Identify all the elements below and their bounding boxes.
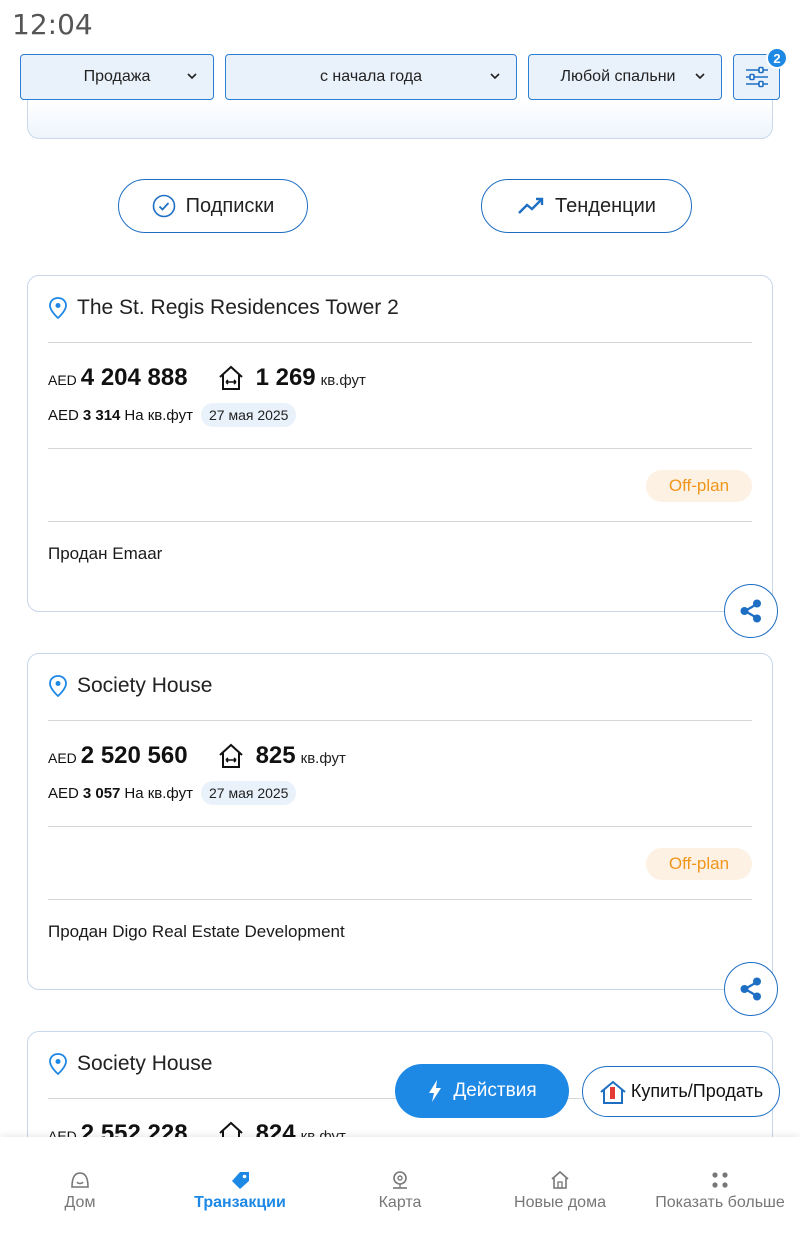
nav-label-more: Показать больше xyxy=(655,1194,785,1211)
price-currency: AED xyxy=(48,372,77,388)
price-currency: AED xyxy=(48,750,77,766)
nav-label-map: Карта xyxy=(378,1194,422,1211)
ppsf-label: На кв.фут xyxy=(124,406,193,424)
buy-sell-fab[interactable]: Купить/Продать xyxy=(582,1066,780,1117)
house-area-icon xyxy=(218,743,243,768)
ppsf-value: 3 057 xyxy=(82,784,121,802)
location-pin-icon xyxy=(49,297,67,320)
ppsf-currency: AED xyxy=(48,406,79,424)
bedrooms-select[interactable]: Любой спальни xyxy=(528,54,722,100)
location-pin-icon xyxy=(49,1053,67,1076)
transaction-card[interactable]: Society House AED 2 520 560 825 кв.фут A… xyxy=(27,653,778,1016)
period-label: с начала года xyxy=(319,68,422,85)
ppsf-value: 3 314 xyxy=(82,406,121,424)
divider xyxy=(48,826,752,827)
price-per-sqft-row: AED 3 057 На кв.фут 27 мая 2025 xyxy=(48,781,297,805)
nav-label-transactions: Транзакции xyxy=(194,1194,286,1211)
transaction-card[interactable]: The St. Regis Residences Tower 2 AED 4 2… xyxy=(27,275,778,638)
price-row: AED 4 204 888 1 269 кв.фут xyxy=(48,364,366,392)
nav-item-more[interactable]: Показать больше xyxy=(640,1170,800,1212)
area-unit: кв.фут xyxy=(320,372,366,389)
date-chip: 27 мая 2025 xyxy=(200,403,297,427)
active-filters-badge: 2 xyxy=(766,47,788,69)
filter-bar: Продажа с начала года Любой спальни 2 xyxy=(20,47,788,100)
nav-label-new-homes: Новые дома xyxy=(514,1194,606,1211)
share-button[interactable] xyxy=(724,584,778,638)
seller-text: Продан Digo Real Estate Development xyxy=(48,922,345,941)
status-badge: Off-plan xyxy=(646,470,752,502)
bedrooms-label: Любой спальни xyxy=(560,68,676,85)
buy-sell-label: Купить/Продать xyxy=(630,1081,764,1101)
project-name: Society House xyxy=(77,674,213,697)
price-per-sqft-row: AED 3 314 На кв.фут 27 мая 2025 xyxy=(48,403,297,427)
lightning-icon xyxy=(429,1080,442,1102)
house-area-icon xyxy=(218,365,243,390)
subscriptions-label: Подписки xyxy=(185,194,275,217)
actions-label: Действия xyxy=(453,1080,537,1101)
trends-label: Тенденции xyxy=(555,194,656,217)
location-pin-icon xyxy=(49,675,67,698)
share-button[interactable] xyxy=(724,962,778,1016)
deal-type-label: Продажа xyxy=(83,68,151,85)
seller-text: Продан Emaar xyxy=(48,544,163,563)
nav-item-transactions[interactable]: Транзакции xyxy=(160,1170,320,1212)
map-pin-icon xyxy=(393,1171,407,1189)
filters-button[interactable]: 2 xyxy=(733,47,788,100)
divider xyxy=(48,720,752,721)
date-chip: 27 мая 2025 xyxy=(200,781,297,805)
previous-card-bottom xyxy=(27,100,773,139)
share-icon xyxy=(740,977,761,1001)
share-icon xyxy=(740,599,761,623)
price-value: 4 204 888 xyxy=(80,364,188,391)
nav-label-home: Дом xyxy=(64,1194,96,1211)
price-value: 2 520 560 xyxy=(80,742,188,769)
deal-type-select[interactable]: Продажа xyxy=(20,54,214,100)
area-block: 825 кв.фут xyxy=(218,742,346,770)
dots-grid-icon xyxy=(712,1172,728,1188)
subscriptions-button[interactable]: Подписки xyxy=(118,179,308,233)
tag-icon xyxy=(232,1172,249,1189)
project-title: Society House xyxy=(48,1052,212,1076)
area-unit: кв.фут xyxy=(300,750,346,767)
chevron-down-icon xyxy=(695,73,705,80)
project-title: The St. Regis Residences Tower 2 xyxy=(48,296,399,320)
bottom-navigation: Дом Транзакции Карта Новые дома Показать… xyxy=(0,1137,800,1237)
house-icon xyxy=(551,1170,569,1189)
area-value: 825 xyxy=(255,742,296,769)
status-badge: Off-plan xyxy=(646,848,752,880)
divider xyxy=(48,521,752,522)
sliders-icon xyxy=(745,66,768,88)
ppsf-label: На кв.фут xyxy=(124,784,193,802)
divider xyxy=(48,448,752,449)
nav-item-new-homes[interactable]: Новые дома xyxy=(480,1170,640,1212)
project-name: Society House xyxy=(77,1052,213,1075)
project-title: Society House xyxy=(48,674,212,698)
house-sell-icon xyxy=(600,1080,626,1104)
area-block: 1 269 кв.фут xyxy=(218,364,366,392)
price-row: AED 2 520 560 825 кв.фут xyxy=(48,742,346,770)
home-outline-icon xyxy=(71,1172,89,1188)
nav-item-home[interactable]: Дом xyxy=(0,1170,160,1212)
chevron-down-icon xyxy=(490,73,500,80)
trending-up-icon xyxy=(518,197,544,214)
nav-item-map[interactable]: Карта xyxy=(320,1170,480,1212)
divider xyxy=(48,899,752,900)
ppsf-currency: AED xyxy=(48,784,79,802)
actions-fab[interactable]: Действия xyxy=(395,1064,569,1118)
project-name: The St. Regis Residences Tower 2 xyxy=(77,296,399,319)
chevron-down-icon xyxy=(187,73,197,80)
check-circle-icon xyxy=(152,194,175,218)
status-bar-time: 12:04 xyxy=(12,8,93,41)
area-value: 1 269 xyxy=(255,364,316,391)
period-select[interactable]: с начала года xyxy=(225,54,517,100)
trends-button[interactable]: Тенденции xyxy=(481,179,692,233)
divider xyxy=(48,342,752,343)
